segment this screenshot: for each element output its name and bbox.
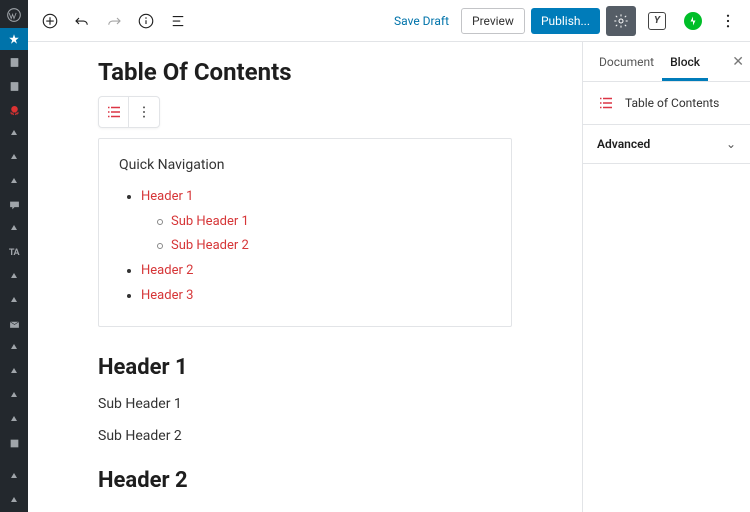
admin-item-ta[interactable]: TA — [0, 242, 28, 264]
undo-button[interactable] — [68, 7, 96, 35]
more-menu-button[interactable] — [714, 7, 742, 35]
block-name-label: Table of Contents — [625, 96, 719, 110]
heading-h2[interactable]: Header 1 — [98, 355, 512, 380]
settings-button[interactable] — [606, 6, 636, 36]
admin-item-15[interactable] — [0, 361, 28, 383]
admin-separator — [0, 456, 28, 464]
jetpack-button[interactable] — [678, 6, 708, 36]
admin-item-comment[interactable] — [0, 195, 28, 217]
admin-item-11[interactable] — [0, 266, 28, 288]
admin-item-doc2[interactable] — [0, 75, 28, 97]
admin-item-doc[interactable] — [0, 52, 28, 74]
admin-item-17[interactable] — [0, 409, 28, 431]
editor-toolbar: Save Draft Preview Publish... Y — [28, 0, 750, 42]
yoast-button[interactable]: Y — [642, 6, 672, 36]
tab-document[interactable]: Document — [591, 43, 662, 81]
outline-button[interactable] — [164, 7, 192, 35]
close-sidebar-button[interactable]: ✕ — [732, 54, 744, 70]
yoast-icon: Y — [648, 12, 666, 30]
admin-item-mail[interactable] — [0, 314, 28, 336]
admin-item-20[interactable] — [0, 490, 28, 512]
jetpack-icon — [684, 12, 702, 30]
redo-button[interactable] — [100, 7, 128, 35]
admin-item-16[interactable] — [0, 385, 28, 407]
toc-link[interactable]: Sub Header 1 — [171, 214, 249, 229]
sidebar-tabs: Document Block ✕ — [583, 42, 750, 82]
post-title[interactable]: Table Of Contents — [98, 58, 512, 86]
tab-block[interactable]: Block — [662, 43, 708, 81]
toc-block[interactable]: Quick Navigation Header 1 Sub Header 1 S… — [98, 138, 512, 327]
admin-item-octopus[interactable] — [0, 99, 28, 121]
publish-button[interactable]: Publish... — [531, 8, 600, 34]
toc-link[interactable]: Header 1 — [141, 189, 193, 204]
advanced-panel-toggle[interactable]: Advanced ⌄ — [583, 125, 750, 164]
settings-sidebar: Document Block ✕ Table of Contents Advan… — [582, 42, 750, 512]
save-draft-button[interactable]: Save Draft — [388, 10, 455, 32]
toc-icon — [597, 94, 615, 112]
heading-h2[interactable]: Header 2 — [98, 468, 512, 493]
editor-canvas[interactable]: Table Of Contents Quick Navigation Heade… — [28, 42, 582, 512]
info-button[interactable] — [132, 7, 160, 35]
admin-sidebar: TA — [0, 0, 28, 512]
heading-h3[interactable]: Sub Header 2 — [98, 428, 512, 444]
wp-logo-icon[interactable] — [0, 4, 28, 26]
toc-link[interactable]: Header 3 — [141, 288, 193, 303]
toc-title: Quick Navigation — [119, 157, 491, 173]
toc-link[interactable]: Header 2 — [141, 263, 193, 278]
admin-item-9[interactable] — [0, 218, 28, 240]
admin-item-19[interactable] — [0, 466, 28, 488]
admin-item-14[interactable] — [0, 337, 28, 359]
heading-h3[interactable]: Sub Header 1 — [98, 396, 512, 412]
advanced-label: Advanced — [597, 137, 650, 151]
toc-link[interactable]: Sub Header 2 — [171, 238, 249, 253]
admin-item-blank[interactable] — [0, 433, 28, 455]
admin-item-7[interactable] — [0, 171, 28, 193]
preview-button[interactable]: Preview — [461, 8, 525, 34]
add-block-button[interactable] — [36, 7, 64, 35]
toc-list: Header 1 Sub Header 1 Sub Header 2 Heade… — [119, 185, 491, 308]
block-toolbar — [98, 96, 160, 128]
toc-icon — [105, 103, 123, 121]
admin-item-6[interactable] — [0, 147, 28, 169]
admin-item-12[interactable] — [0, 290, 28, 312]
block-more-button[interactable] — [129, 97, 159, 127]
block-identity-panel: Table of Contents — [583, 82, 750, 125]
admin-item-5[interactable] — [0, 123, 28, 145]
chevron-down-icon: ⌄ — [726, 137, 736, 151]
block-type-button[interactable] — [99, 97, 129, 127]
admin-item-pin[interactable] — [0, 28, 28, 50]
